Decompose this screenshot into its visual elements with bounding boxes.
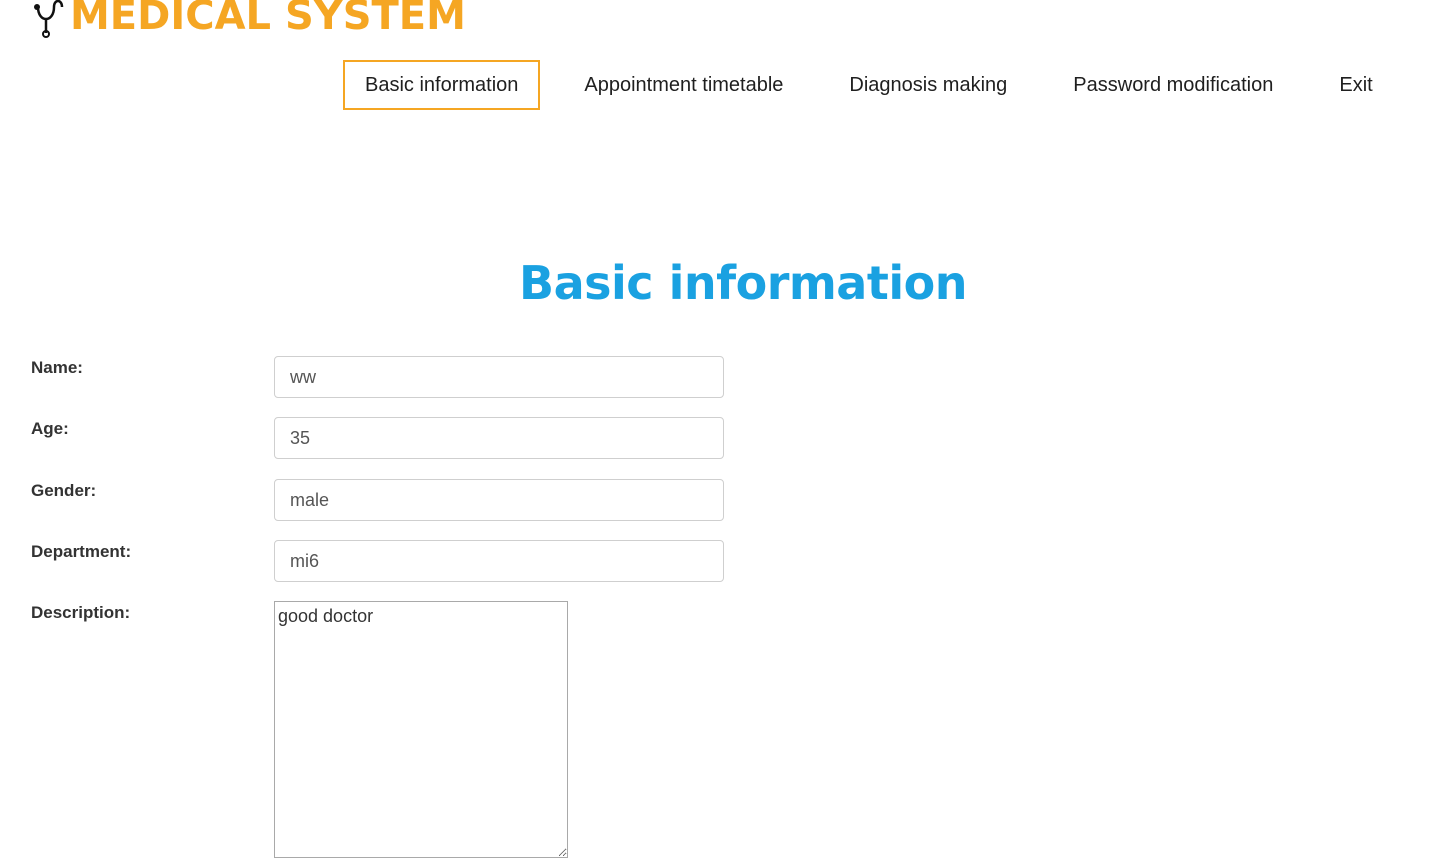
gender-field[interactable] [274,479,724,521]
age-field[interactable] [274,417,724,459]
age-label: Age: [31,419,69,438]
brand-title: MEDICAL SYSTEM [70,0,466,39]
page-title: Basic information [519,256,967,310]
description-textarea[interactable]: good doctor [274,601,568,858]
main-nav: Basic information Appointment timetable … [343,60,1395,110]
gender-label: Gender: [31,481,97,500]
department-label: Department: [31,542,132,561]
stethoscope-icon [34,0,64,38]
nav-item-exit[interactable]: Exit [1317,60,1394,110]
brand-logo[interactable]: MEDICAL SYSTEM [32,0,466,42]
name-field[interactable] [274,356,724,398]
nav-item-diagnosis-making[interactable]: Diagnosis making [827,60,1029,110]
page: MEDICAL SYSTEM Basic information Appoint… [0,0,1432,861]
nav-item-basic-information[interactable]: Basic information [343,60,541,110]
description-label: Description: [31,603,131,622]
nav-item-password-modification[interactable]: Password modification [1051,60,1295,110]
name-label: Name: [31,358,83,377]
department-field[interactable] [274,540,724,582]
nav-item-appointment-timetable[interactable]: Appointment timetable [562,60,805,110]
